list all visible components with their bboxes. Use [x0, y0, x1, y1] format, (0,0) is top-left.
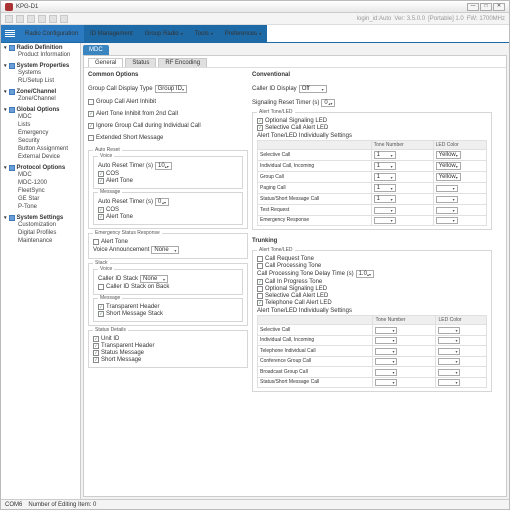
nav-item[interactable]: MDC	[4, 171, 77, 179]
titlebar: KPG-D1 — □ ✕	[1, 1, 509, 13]
subtab-status[interactable]: Status	[125, 58, 156, 67]
ribbon: Radio Configuration ID Management Group …	[1, 25, 509, 43]
close-button[interactable]: ✕	[493, 3, 505, 11]
esm-checkbox[interactable]	[88, 135, 94, 141]
gcdt-select[interactable]: Group ID▾	[155, 85, 187, 93]
quick-access-toolbar: login_id:Auto Ver: 3.5.0.0 [Portable] 1.…	[1, 13, 509, 25]
nav-item[interactable]: RL/Setup List	[4, 77, 77, 85]
nav-item[interactable]: Zone/Channel	[4, 95, 77, 103]
atif-checkbox[interactable]	[88, 111, 94, 117]
ar-voice-cos[interactable]	[98, 171, 104, 177]
window-title: KPG-D1	[16, 4, 467, 10]
nav-item[interactable]: Product Information	[4, 51, 77, 59]
status-port: COM6	[5, 502, 22, 508]
ar-msg-timer[interactable]: 0▴▾	[155, 198, 169, 206]
status-editing: Number of Editing Item: 0	[28, 502, 96, 508]
gcdt-label: Group Call Display Type	[88, 86, 153, 92]
nav-item[interactable]: Emergency	[4, 129, 77, 137]
status-bar: COM6 Number of Editing Item: 0	[1, 499, 509, 509]
trk-cip[interactable]	[257, 279, 263, 285]
trk-cptd-spin[interactable]: 1.0▴▾	[356, 270, 374, 278]
sg-th[interactable]	[93, 343, 99, 349]
qat-undo-icon[interactable]	[38, 15, 46, 23]
qat-redo-icon[interactable]	[49, 15, 57, 23]
nav-item[interactable]: P-Tone	[4, 203, 77, 211]
ribbon-tab-id-mgmt[interactable]: ID Management	[84, 25, 139, 42]
crumb2: [Portable] 1.0	[428, 16, 464, 22]
nav-item[interactable]: Systems	[4, 69, 77, 77]
nav-item[interactable]: Security	[4, 137, 77, 145]
ribbon-tab-radio-config[interactable]: Radio Configuration	[19, 25, 84, 42]
minimize-button[interactable]: —	[467, 3, 479, 11]
sm-th-checkbox[interactable]	[98, 304, 104, 310]
esr-va-select[interactable]: None▾	[151, 246, 179, 254]
esr-alert-checkbox[interactable]	[93, 239, 99, 245]
nav-item[interactable]: Lists	[4, 121, 77, 129]
maximize-button[interactable]: □	[480, 3, 492, 11]
content-tab-mdc[interactable]: MDC	[83, 45, 109, 55]
nav-item[interactable]: GE Star	[4, 195, 77, 203]
qat-save-icon[interactable]	[27, 15, 35, 23]
subtab-rf-encoding[interactable]: RF Encoding	[158, 58, 207, 67]
trk-cpt[interactable]	[257, 263, 263, 269]
ar-msg-cos[interactable]	[98, 207, 104, 213]
nav-item[interactable]: MDC-1200	[4, 179, 77, 187]
sg-smm[interactable]	[93, 357, 99, 363]
ribbon-tab-preferences[interactable]: Preferences▾	[219, 25, 267, 42]
hamburger-icon	[5, 30, 15, 38]
crumb3: FW: 1700MHz	[467, 16, 505, 22]
trk-sc[interactable]	[257, 293, 263, 299]
trk-os[interactable]	[257, 286, 263, 292]
qat-print-icon[interactable]	[60, 15, 68, 23]
nav-item[interactable]: Maintenance	[4, 237, 77, 245]
ar-voice-alert[interactable]	[98, 178, 104, 184]
conv-led-table: Tone NumberLED ColorSelective Call1▾Yell…	[257, 140, 487, 226]
ribbon-tab-tools[interactable]: Tools▾	[189, 25, 219, 42]
common-options-header: Common Options	[88, 72, 248, 78]
trk-tc[interactable]	[257, 300, 263, 306]
qat-new-icon[interactable]	[5, 15, 13, 23]
sg-stm[interactable]	[93, 350, 99, 356]
navigation-tree: ▾Radio DefinitionProduct Information▾Sys…	[1, 43, 81, 499]
app-window: KPG-D1 — □ ✕ login_id:Auto Ver: 3.5.0.0 …	[0, 0, 510, 510]
crumb1: Ver: 3.5.0.0	[394, 16, 425, 22]
nav-item[interactable]: MDC	[4, 113, 77, 121]
cid-display-select[interactable]: Off▾	[299, 85, 327, 93]
sm-sms-checkbox[interactable]	[98, 311, 104, 317]
srt-spin[interactable]: 0▴▾	[321, 99, 335, 107]
conv-os-led[interactable]	[257, 118, 263, 124]
trk-led-table: Tone NumberLED ColorSelective Call▾▾Indi…	[257, 315, 487, 388]
ar-msg-alert[interactable]	[98, 214, 104, 220]
nav-item[interactable]: Customization	[4, 221, 77, 229]
content-area: MDC General Status RF Encoding Common Op…	[81, 43, 509, 499]
nav-item[interactable]: Button Assignment	[4, 145, 77, 153]
trk-crt[interactable]	[257, 256, 263, 262]
ar-voice-timer[interactable]: 10▴▾	[155, 162, 172, 170]
cid-back-checkbox[interactable]	[98, 284, 104, 290]
igc-checkbox[interactable]	[88, 123, 94, 129]
ribbon-tab-group-radio[interactable]: Group Radio▾	[139, 25, 189, 42]
cid-stack-select[interactable]: None▾	[140, 275, 168, 283]
sg-uid[interactable]	[93, 336, 99, 342]
trunking-header: Trunking	[252, 238, 492, 244]
subtab-general[interactable]: General	[88, 58, 123, 67]
conventional-header: Conventional	[252, 72, 492, 78]
gci-checkbox[interactable]	[88, 99, 94, 105]
ribbon-app-button[interactable]	[1, 25, 19, 42]
nav-item[interactable]: External Device	[4, 153, 77, 161]
crumb0: login_id:Auto	[357, 16, 392, 22]
nav-item[interactable]: Digital Profiles	[4, 229, 77, 237]
nav-item[interactable]: FleetSync	[4, 187, 77, 195]
conv-sc-led[interactable]	[257, 125, 263, 131]
app-icon	[5, 3, 13, 11]
qat-open-icon[interactable]	[16, 15, 24, 23]
